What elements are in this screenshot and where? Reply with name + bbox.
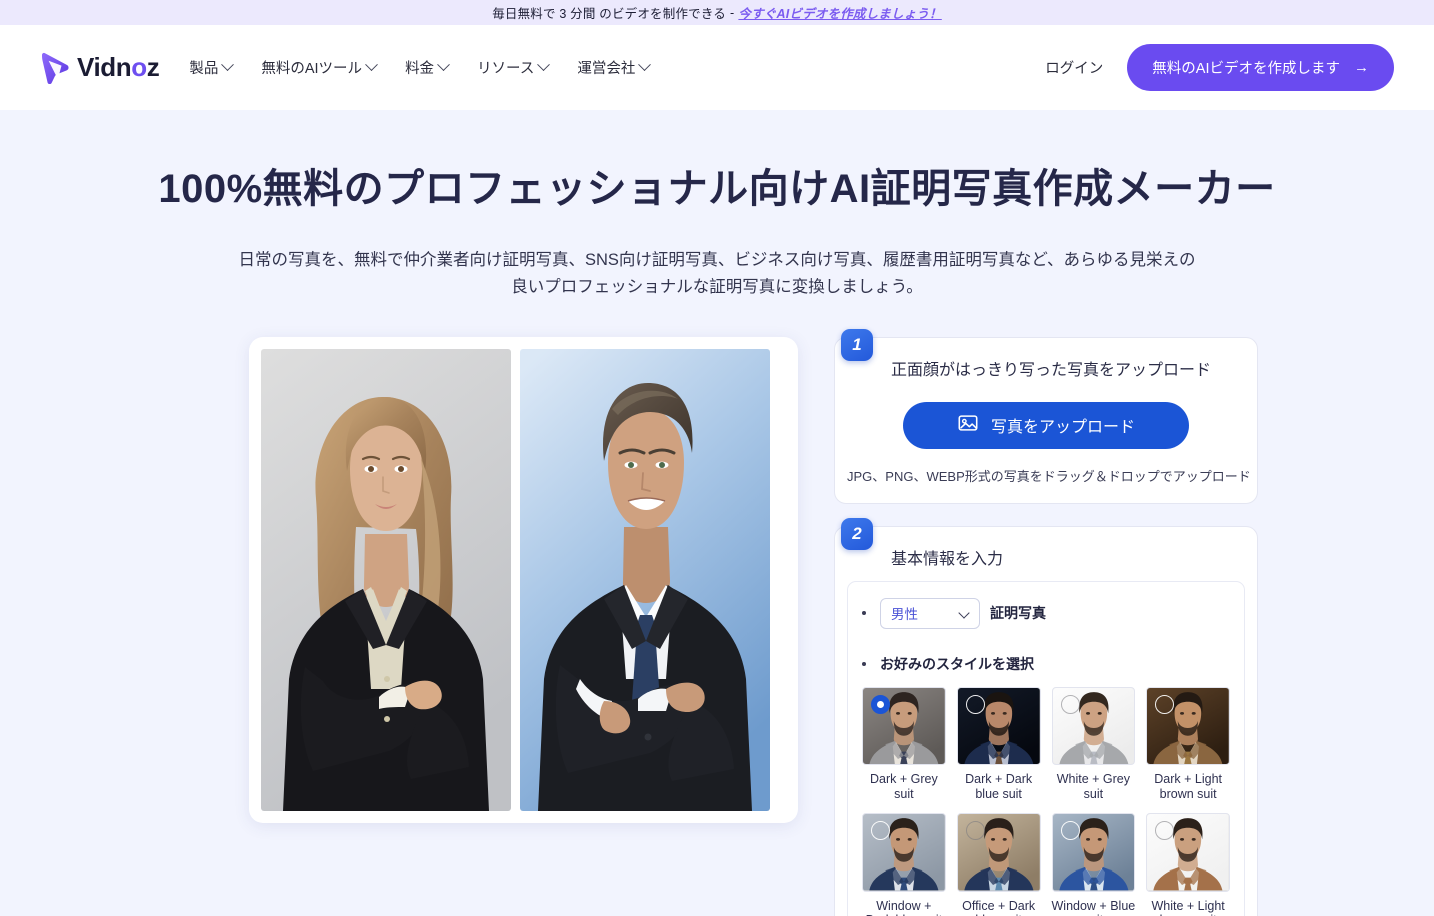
main-content: 1 正面顔がはっきり写った写真をアップロード 写真をアップロード JPG、PNG…: [0, 302, 1434, 916]
nav-label: 製品: [189, 61, 219, 77]
style-radio-selected[interactable]: [871, 694, 890, 714]
step-2-title: 基本情報を入力: [891, 550, 1004, 568]
style-thumbnail: [862, 686, 946, 765]
main-navigation: 製品 無料のAIツール 料金 リソース 運営会社: [189, 57, 652, 78]
hero-section: 100%無料のプロフェッショナル向けAI証明写真作成メーカー 日常の写真を、無料…: [0, 110, 1434, 302]
style-option-label: White + Light brown suit: [1151, 898, 1225, 916]
step-2-badge: 2: [841, 517, 873, 550]
style-thumbnail: [956, 686, 1041, 765]
upload-hint-text: JPG、PNG、WEBP形式の写真をドラッグ＆ドロップでアップロード: [847, 468, 1251, 484]
upload-button-label: 写真をアップロード: [990, 419, 1135, 437]
step-1-body: 写真をアップロード JPG、PNG、WEBP形式の写真をドラッグ＆ドロップでアッ…: [835, 401, 1257, 503]
create-free-ai-video-button[interactable]: 無料のAIビデオを作成します →: [1127, 44, 1394, 91]
style-radio[interactable]: [1155, 694, 1175, 714]
promo-separator: -: [730, 5, 735, 20]
steps-panel: 1 正面顔がはっきり写った写真をアップロード 写真をアップロード JPG、PNG…: [834, 328, 1258, 916]
style-option-1[interactable]: Dark + Dark blue suit: [956, 686, 1041, 802]
style-option-7[interactable]: White + Light brown suit: [1146, 813, 1230, 916]
site-header: Vidnoz 製品 無料のAIツール 料金 リソース 運営会社 ログイン 無料の…: [0, 25, 1434, 110]
style-option-label: Window + Blue suit: [1051, 898, 1136, 916]
step-1-card: 1 正面顔がはっきり写った写真をアップロード 写真をアップロード JPG、PNG…: [834, 328, 1258, 504]
step-1-title: 正面顔がはっきり写った写真をアップロード: [891, 361, 1212, 379]
nav-item-products[interactable]: 製品: [189, 57, 235, 78]
style-radio[interactable]: [1060, 821, 1080, 841]
style-section-label: お好みのスタイルを選択: [862, 654, 1230, 674]
woman-portrait-photo: [261, 348, 511, 811]
step-2-body: 男性 証明写真 お好みのスタイルを選択 Dark + Grey suit Dark…: [835, 569, 1257, 916]
hero-subtitle: 日常の写真を、無料で仲介業者向け証明写真、SNS向け証明写真、ビジネス向け写真、…: [238, 251, 1196, 297]
arrow-right-icon: →: [1354, 59, 1369, 76]
style-radio[interactable]: [1060, 694, 1080, 714]
style-radio[interactable]: [965, 694, 985, 714]
preview-panel: [249, 336, 798, 823]
nav-label: 無料のAIツール: [261, 61, 363, 77]
cta-label: 無料のAIビデオを作成します: [1152, 61, 1340, 77]
style-thumbnail: [1051, 813, 1136, 892]
nav-label: 料金: [405, 61, 435, 77]
basic-info-box: 男性 証明写真 お好みのスタイルを選択 Dark + Grey suit Dark…: [847, 580, 1245, 916]
nav-item-resources[interactable]: リソース: [477, 57, 551, 78]
style-option-label: Dark + Grey suit: [870, 771, 938, 801]
style-option-0[interactable]: Dark + Grey suit: [862, 686, 946, 802]
chevron-down-icon: [958, 606, 970, 619]
style-option-label: Window + Dark blue suit: [866, 898, 942, 916]
style-thumbnail: [862, 813, 946, 892]
style-option-3[interactable]: Dark + Light brown suit: [1146, 686, 1230, 802]
step-1-badge: 1: [841, 328, 873, 361]
nav-item-free-ai-tools[interactable]: 無料のAIツール: [261, 57, 378, 78]
style-option-5[interactable]: Office + Dark blue suit: [956, 813, 1041, 916]
chevron-down-icon: [221, 58, 235, 72]
chevron-down-icon: [437, 58, 450, 72]
style-section-text: お好みのスタイルを選択: [880, 655, 1034, 672]
chevron-down-icon: [638, 58, 652, 72]
gender-select[interactable]: 男性: [880, 597, 980, 629]
page-title: 100%無料のプロフェッショナル向けAI証明写真作成メーカー: [158, 167, 1276, 211]
style-option-label: Office + Dark blue suit: [962, 898, 1036, 916]
photo-type-label: 証明写真: [990, 605, 1046, 622]
style-option-label: Dark + Light brown suit: [1154, 771, 1222, 801]
nav-item-company[interactable]: 運営会社: [577, 57, 652, 78]
nav-label: 運営会社: [577, 61, 636, 77]
step-2-card: 2 基本情報を入力 男性 証明写真 お好みのスタイルを選択 Dark + Gre…: [834, 517, 1258, 916]
bullet-icon: [862, 611, 866, 616]
bullet-icon: [862, 661, 866, 666]
style-option-2[interactable]: White + Grey suit: [1051, 686, 1136, 802]
style-thumbnail: [1146, 813, 1230, 892]
chevron-down-icon: [537, 58, 551, 72]
nav-item-pricing[interactable]: 料金: [405, 57, 450, 78]
style-thumbnail: [1146, 686, 1230, 765]
upload-photo-button[interactable]: 写真をアップロード: [903, 401, 1189, 449]
style-option-6[interactable]: Window + Blue suit: [1051, 813, 1136, 916]
vidnoz-logo[interactable]: Vidnoz: [40, 52, 160, 84]
style-option-label: White + Grey suit: [1056, 771, 1131, 801]
vidnoz-logo-icon: [40, 52, 70, 84]
promo-cta-link[interactable]: 今すぐAIビデオを作成しましょう！: [738, 3, 941, 22]
style-option-label: Dark + Dark blue suit: [965, 771, 1033, 801]
style-thumbnail: [956, 813, 1041, 892]
image-upload-icon: [957, 412, 979, 439]
chevron-down-icon: [365, 58, 378, 72]
gender-field-row: 男性 証明写真: [862, 597, 1230, 629]
gender-select-value: 男性: [891, 607, 918, 623]
style-grid: Dark + Grey suit Dark + Dark blue suit Whi…: [862, 686, 1230, 916]
vidnoz-logo-text: Vidnoz: [77, 52, 160, 82]
man-portrait-photo: [520, 348, 770, 811]
header-actions: ログイン 無料のAIビデオを作成します →: [1045, 44, 1394, 91]
promo-text: 毎日無料で 3 分間 のビデオを制作できる: [492, 7, 727, 21]
login-link[interactable]: ログイン: [1045, 57, 1103, 78]
nav-label: リソース: [477, 61, 535, 77]
promo-banner: 毎日無料で 3 分間 のビデオを制作できる - 今すぐAIビデオを作成しましょう…: [0, 0, 1434, 25]
style-option-4[interactable]: Window + Dark blue suit: [862, 813, 946, 916]
style-thumbnail: [1051, 686, 1136, 765]
